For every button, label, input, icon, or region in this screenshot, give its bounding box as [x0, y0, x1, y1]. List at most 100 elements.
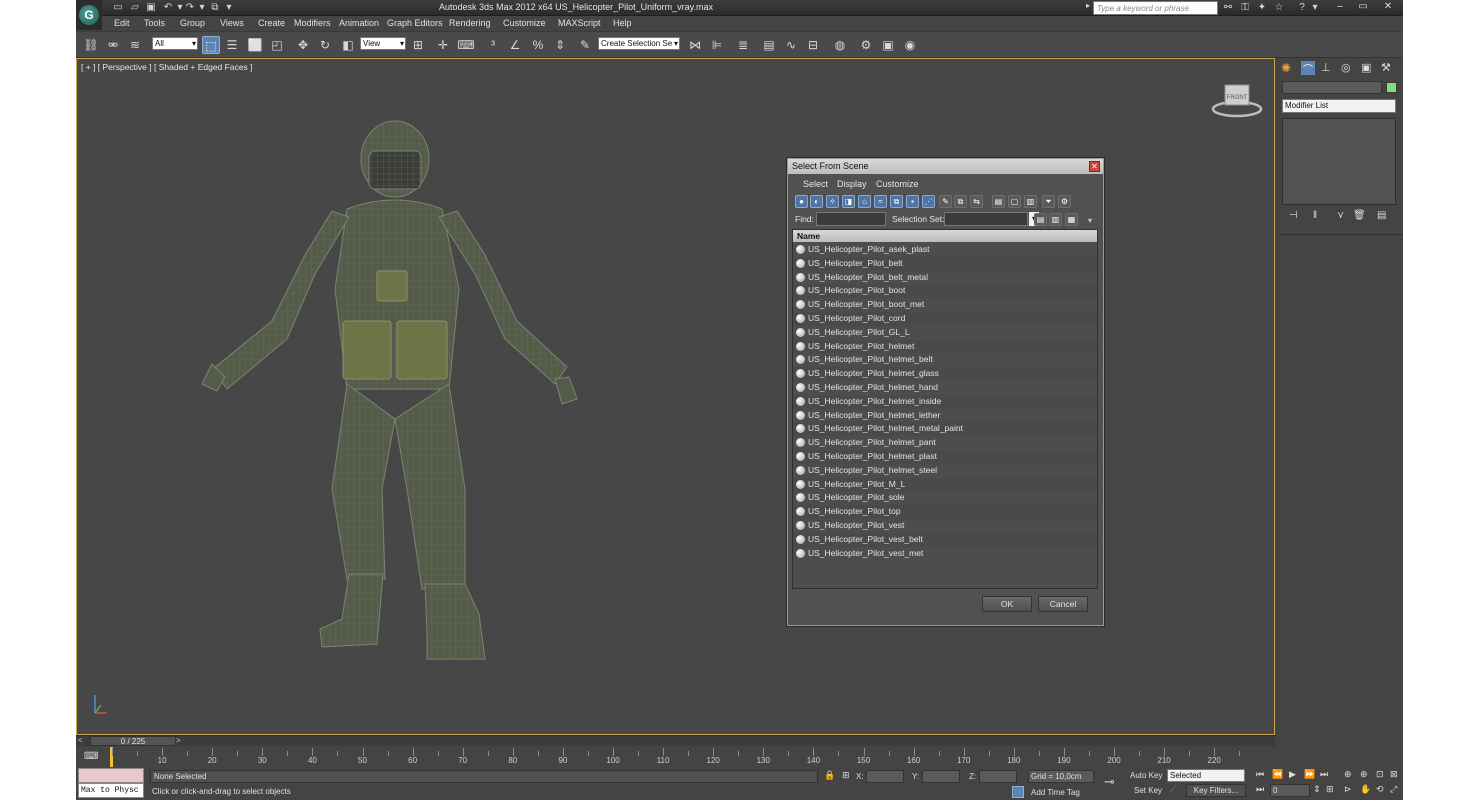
dialog-close-button[interactable]: ✕	[1089, 161, 1100, 172]
menu-rendering[interactable]: Rendering	[449, 18, 491, 28]
binoculars-icon[interactable]: ⚯	[1222, 2, 1234, 13]
scene-object-row[interactable]: US_Helicopter_Pilot_helmet_metal_paint	[793, 422, 1097, 437]
display-helpers-icon[interactable]: ⌂	[858, 195, 871, 208]
menu-tools[interactable]: Tools	[144, 18, 165, 28]
dialog-menu-select[interactable]: Select	[803, 179, 828, 189]
select-and-rotate-icon[interactable]: ↻	[316, 36, 334, 54]
display-cameras-icon[interactable]: ◨	[842, 195, 855, 208]
absolute-mode-icon[interactable]: ⊞	[842, 770, 850, 781]
make-unique-icon[interactable]: ⋎	[1337, 210, 1349, 222]
window-crossing-icon[interactable]: ◰	[268, 36, 286, 54]
favorites-star-icon[interactable]: ☆	[1273, 2, 1285, 13]
keyboard-shortcut-override-icon[interactable]: ⌨	[457, 36, 475, 54]
scene-object-row[interactable]: US_Helicopter_Pilot_belt_metal	[793, 271, 1097, 285]
unlink-selection-icon[interactable]: ⚮	[104, 36, 122, 54]
scene-object-row[interactable]: US_Helicopter_Pilot_boot_met	[793, 298, 1097, 312]
configure-modifier-sets-icon[interactable]: ▤	[1377, 210, 1389, 222]
scene-object-row[interactable]: US_Helicopter_Pilot_helmet_lether	[793, 409, 1097, 423]
select-object-icon[interactable]: ⬚	[202, 36, 220, 54]
pan-view-icon[interactable]: ✋	[1360, 784, 1371, 795]
show-end-result-icon[interactable]: ‖	[1313, 210, 1325, 222]
cancel-button[interactable]: Cancel	[1038, 596, 1088, 612]
name-column-header[interactable]: Name	[793, 230, 1097, 242]
dialog-menu-display[interactable]: Display	[837, 179, 867, 189]
save-icon[interactable]: ▣	[145, 2, 157, 13]
display-bones-icon[interactable]: ⋰	[922, 195, 935, 208]
viewcube-front-label[interactable]: FRONT	[1227, 95, 1248, 101]
display-space-warps-icon[interactable]: ≈	[874, 195, 887, 208]
pin-stack-icon[interactable]: ⊣	[1289, 210, 1301, 222]
mirror-icon[interactable]: ⋈	[686, 36, 704, 54]
named-selection-dropdown[interactable]: Create Selection Se	[598, 37, 680, 50]
delete-selection-set-icon[interactable]: ▦	[1065, 213, 1078, 226]
select-invert-icon[interactable]: ▥	[1024, 195, 1037, 208]
zoom-extents-all-icon[interactable]: ⊠	[1390, 769, 1398, 780]
create-tab-icon[interactable]: ✺	[1281, 61, 1295, 75]
select-none-icon[interactable]: ▢	[1008, 195, 1021, 208]
time-configuration-icon[interactable]: ⊞	[1326, 784, 1334, 795]
scene-object-row[interactable]: US_Helicopter_Pilot_helmet_inside	[793, 394, 1097, 409]
pivot-center-icon[interactable]: ⊞	[409, 36, 427, 54]
edit-named-selection-icon[interactable]: ✎	[576, 36, 594, 54]
scene-object-row[interactable]: US_Helicopter_Pilot_top	[793, 505, 1097, 519]
redo-icon[interactable]: ↷	[184, 2, 196, 13]
scene-object-row[interactable]: US_Helicopter_Pilot_belt	[793, 256, 1097, 271]
select-and-scale-icon[interactable]: ◧	[339, 36, 357, 54]
maximize-viewport-icon[interactable]: ⤢	[1390, 784, 1397, 795]
create-selection-set-icon[interactable]: ▤	[1034, 213, 1047, 226]
hierarchy-tab-icon[interactable]: ⊥	[1321, 61, 1335, 75]
key-mode-toggle-icon[interactable]: ⏭	[1256, 784, 1264, 795]
track-bar[interactable]: ⌨ 10 20 30 40 50 60 70 80 90 100 110 120 130 140 150 16…	[76, 746, 1275, 768]
bind-to-space-warp-icon[interactable]: ≋	[126, 36, 144, 54]
key-mode-dropdown[interactable]: Selected	[1167, 769, 1245, 782]
selection-filter-dropdown[interactable]: All	[152, 37, 198, 50]
menu-modifiers[interactable]: Modifiers	[294, 18, 331, 28]
menu-views[interactable]: Views	[220, 18, 244, 28]
menu-graph-editors[interactable]: Graph Editors	[387, 18, 443, 28]
auto-key-button[interactable]: Auto Key	[1130, 771, 1162, 780]
select-and-move-icon[interactable]: ✥	[294, 36, 312, 54]
default-tangent-icon[interactable]: ⟋	[1170, 784, 1177, 795]
scene-object-row[interactable]: US_Helicopter_Pilot_asek_plast	[793, 243, 1097, 257]
menu-help[interactable]: Help	[613, 18, 632, 28]
modifier-stack[interactable]	[1282, 118, 1396, 205]
menu-animation[interactable]: Animation	[339, 18, 379, 28]
menu-maxscript[interactable]: MAXScript	[558, 18, 601, 28]
display-none-icon[interactable]: ⧉	[954, 195, 967, 208]
play-icon[interactable]: ▶	[1289, 769, 1296, 780]
zoom-icon[interactable]: ⊕	[1344, 769, 1352, 780]
open-file-icon[interactable]: ▱	[129, 2, 141, 13]
display-lights-icon[interactable]: ✧	[826, 195, 839, 208]
help-dropdown-icon[interactable]: ▾	[1309, 2, 1321, 13]
time-slider-next-icon[interactable]: >	[176, 736, 181, 745]
ok-button[interactable]: OK	[982, 596, 1032, 612]
maximize-button[interactable]: ▭	[1353, 0, 1373, 14]
go-to-end-icon[interactable]: ⏭	[1320, 769, 1328, 780]
percent-snap-icon[interactable]: %	[529, 36, 547, 54]
menu-customize[interactable]: Customize	[503, 18, 546, 28]
rendered-frame-window-icon[interactable]: ▣	[879, 36, 897, 54]
scene-object-row[interactable]: US_Helicopter_Pilot_vest_belt	[793, 532, 1097, 547]
select-all-icon[interactable]: ▤	[992, 195, 1005, 208]
minimize-button[interactable]: –	[1330, 0, 1350, 14]
render-setup-icon[interactable]: ⚙	[857, 36, 875, 54]
motion-tab-icon[interactable]: ◎	[1341, 61, 1355, 75]
search-expand-icon[interactable]: ▸	[1086, 1, 1092, 15]
remove-modifier-icon[interactable]: 🗑	[1353, 210, 1366, 222]
display-geometry-icon[interactable]: ●	[795, 195, 808, 208]
maxscript-input[interactable]: Max to Physc	[78, 783, 144, 798]
select-and-link-icon[interactable]: ⛓	[82, 36, 100, 54]
filter-settings-icon[interactable]: ⚙	[1058, 195, 1071, 208]
mini-curve-editor-icon[interactable]: ⌨	[84, 751, 98, 763]
schematic-view-icon[interactable]: ⊟	[804, 36, 822, 54]
object-name-field[interactable]	[1282, 81, 1382, 94]
scene-object-row[interactable]: US_Helicopter_Pilot_boot	[793, 284, 1097, 299]
time-slider[interactable]: < 0 / 225 >	[76, 735, 1275, 746]
help-icon[interactable]: ?	[1296, 2, 1308, 13]
scene-object-row[interactable]: US_Helicopter_Pilot_helmet_glass	[793, 367, 1097, 381]
search-input[interactable]: Type a keyword or phrase	[1093, 1, 1218, 15]
set-key-button[interactable]: Set Key	[1134, 786, 1162, 795]
display-tab-icon[interactable]: ▣	[1361, 61, 1375, 75]
scene-object-row[interactable]: US_Helicopter_Pilot_cord	[793, 312, 1097, 326]
orbit-icon[interactable]: ⟲	[1376, 784, 1384, 795]
